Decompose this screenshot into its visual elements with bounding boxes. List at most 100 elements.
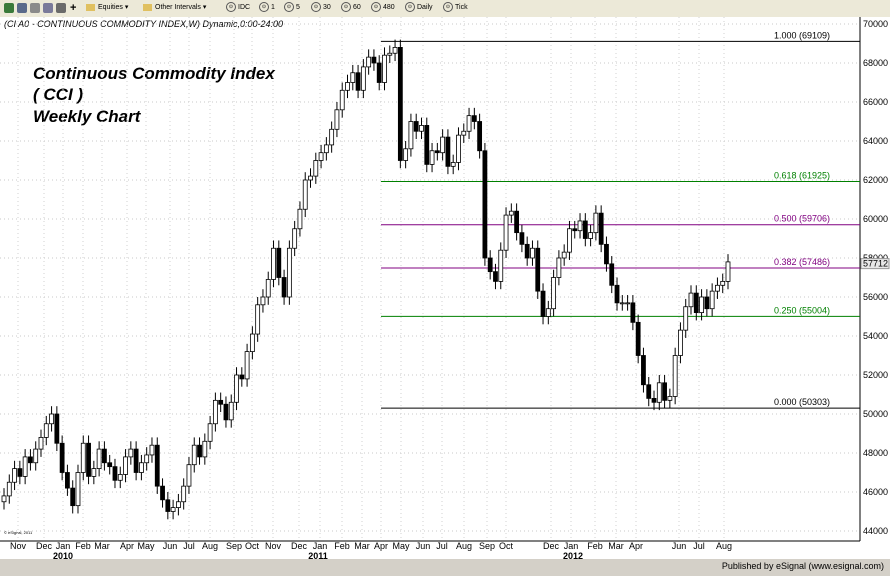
candle-body xyxy=(667,396,673,401)
x-tick-label: Aug xyxy=(716,541,732,551)
x-tick-label: Jun xyxy=(416,541,431,551)
x-tick-label: May xyxy=(137,541,155,551)
candle-body xyxy=(260,296,266,306)
candle-body xyxy=(234,374,239,403)
crosshair-icon[interactable]: + xyxy=(70,2,76,14)
fib-label: 1.000 (69109) xyxy=(774,30,830,40)
interval-idc[interactable]: ⊙ IDC xyxy=(226,2,250,14)
interval-label: 480 xyxy=(383,4,395,11)
candle-body xyxy=(693,292,699,314)
candle-body xyxy=(128,448,134,458)
candle-body xyxy=(191,444,197,466)
folder-icon xyxy=(143,3,152,11)
interval-tick[interactable]: ⊙ Tick xyxy=(443,2,468,14)
y-tick-label: 56000 xyxy=(863,292,888,302)
candle-body xyxy=(614,284,620,304)
candle-body xyxy=(593,212,599,234)
y-tick-label: 66000 xyxy=(863,97,888,107)
chart-area[interactable]: (CI A0 - CONTINUOUS COMMODITY INDEX,W) D… xyxy=(0,17,890,561)
x-tick-label: Aug xyxy=(202,541,218,551)
interval-60[interactable]: ⊙ 60 xyxy=(341,2,361,14)
bars-icon[interactable] xyxy=(4,3,14,13)
x-tick-label: Apr xyxy=(120,541,134,551)
settings-icon[interactable] xyxy=(43,3,53,13)
candle-body xyxy=(445,136,451,167)
candle-body xyxy=(530,247,535,259)
interval-5[interactable]: ⊙ 5 xyxy=(284,2,300,14)
fib-label: 0.618 (61925) xyxy=(774,170,830,180)
candle-body xyxy=(635,321,641,356)
candle-body xyxy=(271,247,276,280)
chart-title-line-1: Continuous Commodity Index xyxy=(33,64,276,83)
candle-body xyxy=(80,442,86,473)
candle-body xyxy=(387,52,393,56)
candle-body xyxy=(144,454,150,464)
candle-body xyxy=(630,302,636,323)
candle-body xyxy=(207,423,213,442)
candle-body xyxy=(493,271,498,282)
candle-body xyxy=(588,232,593,239)
candle-body xyxy=(609,263,615,286)
interval-label: 1 xyxy=(271,4,275,11)
interval-30[interactable]: ⊙ 30 xyxy=(311,2,331,14)
candle-body xyxy=(286,247,292,298)
candle-body xyxy=(345,82,350,91)
candle-body xyxy=(619,302,625,305)
candle-body xyxy=(567,228,572,253)
candle-body xyxy=(577,220,583,232)
x-tick-label: Feb xyxy=(334,541,350,551)
candle-body xyxy=(598,212,604,245)
other-intervals-dropdown[interactable]: Other Intervals ▾ xyxy=(143,2,206,14)
candle-body xyxy=(329,128,335,146)
equities-dropdown[interactable]: Equities ▾ xyxy=(86,2,128,14)
candle-body xyxy=(112,466,118,481)
copy-icon[interactable] xyxy=(30,3,40,13)
x-tick-label: Jul xyxy=(183,541,195,551)
candle-body xyxy=(545,308,551,317)
candle-body xyxy=(175,501,181,508)
interval-1[interactable]: ⊙ 1 xyxy=(259,2,275,14)
candle-body xyxy=(123,456,128,475)
x-tick-label: Apr xyxy=(374,541,388,551)
candle-body xyxy=(456,134,461,163)
chart-svg[interactable]: (CI A0 - CONTINUOUS COMMODITY INDEX,W) D… xyxy=(0,17,890,561)
candle-body xyxy=(397,46,403,161)
candle-body xyxy=(366,56,372,68)
grid-icon[interactable] xyxy=(17,3,27,13)
candle-body xyxy=(371,56,377,64)
interval-icon: ⊙ xyxy=(284,2,294,13)
interval-daily[interactable]: ⊙ Daily xyxy=(405,2,433,14)
candle-body xyxy=(699,296,704,314)
x-tick-label: Jul xyxy=(693,541,705,551)
candle-body xyxy=(308,175,313,181)
candle-body xyxy=(720,280,726,286)
candle-body xyxy=(646,384,652,399)
fib-label: 0.382 (57486) xyxy=(774,257,830,267)
interval-icon: ⊙ xyxy=(311,2,321,13)
x-tick-label: Aug xyxy=(456,541,472,551)
x-tick-label: Jan xyxy=(564,541,579,551)
x-tick-label: Sep xyxy=(226,541,242,551)
export-icon[interactable] xyxy=(56,3,66,13)
y-tick-label: 46000 xyxy=(863,487,888,497)
candle-body xyxy=(59,442,65,473)
interval-icon: ⊙ xyxy=(259,2,269,13)
interval-480[interactable]: ⊙ 480 xyxy=(371,2,395,14)
interval-label: Tick xyxy=(455,4,468,11)
candle-body xyxy=(133,448,139,473)
candle-body xyxy=(477,121,483,152)
candle-body xyxy=(413,121,419,132)
candle-body xyxy=(139,462,144,473)
x-tick-label: Dec xyxy=(543,541,560,551)
candle-body xyxy=(165,499,171,512)
x-year-label: 2010 xyxy=(53,551,73,559)
candle-body xyxy=(461,130,467,136)
candle-body xyxy=(197,444,202,458)
candle-body xyxy=(17,468,23,477)
candle-body xyxy=(641,355,646,386)
candle-body xyxy=(540,290,546,317)
chevron-down-icon: ▾ xyxy=(124,4,129,11)
candle-body xyxy=(403,148,409,161)
candle-body xyxy=(519,232,525,245)
other-intervals-label: Other Intervals xyxy=(155,4,201,11)
